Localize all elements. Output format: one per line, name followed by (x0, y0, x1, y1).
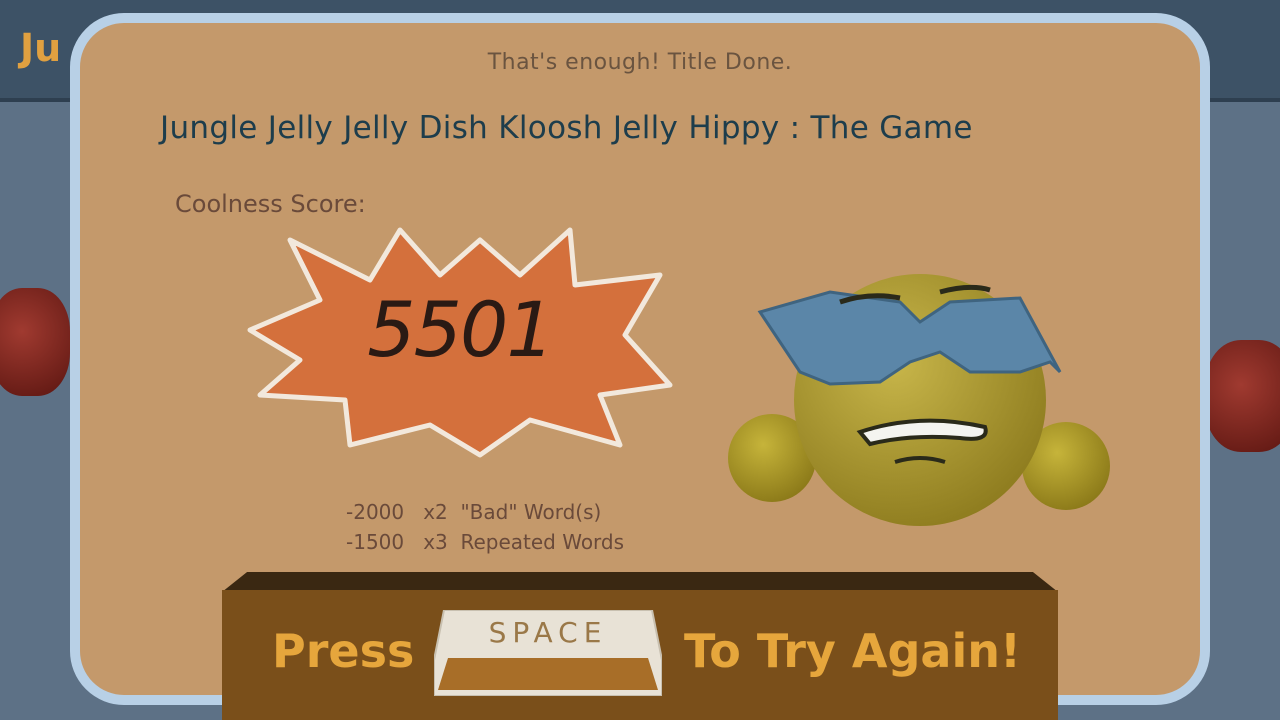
score-label: Coolness Score: (175, 190, 366, 218)
space-key-label: SPACE (488, 616, 608, 649)
background-jelly-right (1205, 340, 1280, 452)
penalty-repeated-words: -1500 x3 Repeated Words (346, 530, 625, 554)
penalty-bad-words: -2000 x2 "Bad" Word(s) (346, 500, 602, 524)
cool-smiley-sunglasses-icon (728, 274, 1110, 526)
background-jelly-left (0, 288, 70, 396)
dialog-subtitle: That's enough! Title Done. (487, 50, 793, 75)
game-title: Jungle Jelly Jelly Dish Kloosh Jelly Hip… (160, 110, 973, 146)
try-again-prompt[interactable]: Press SPACE To Try Again! (222, 572, 1058, 720)
prompt-box-top (222, 572, 1058, 592)
press-label: Press (272, 624, 415, 678)
score-value: 5501 (367, 285, 554, 374)
try-again-label: To Try Again! (684, 624, 1021, 678)
